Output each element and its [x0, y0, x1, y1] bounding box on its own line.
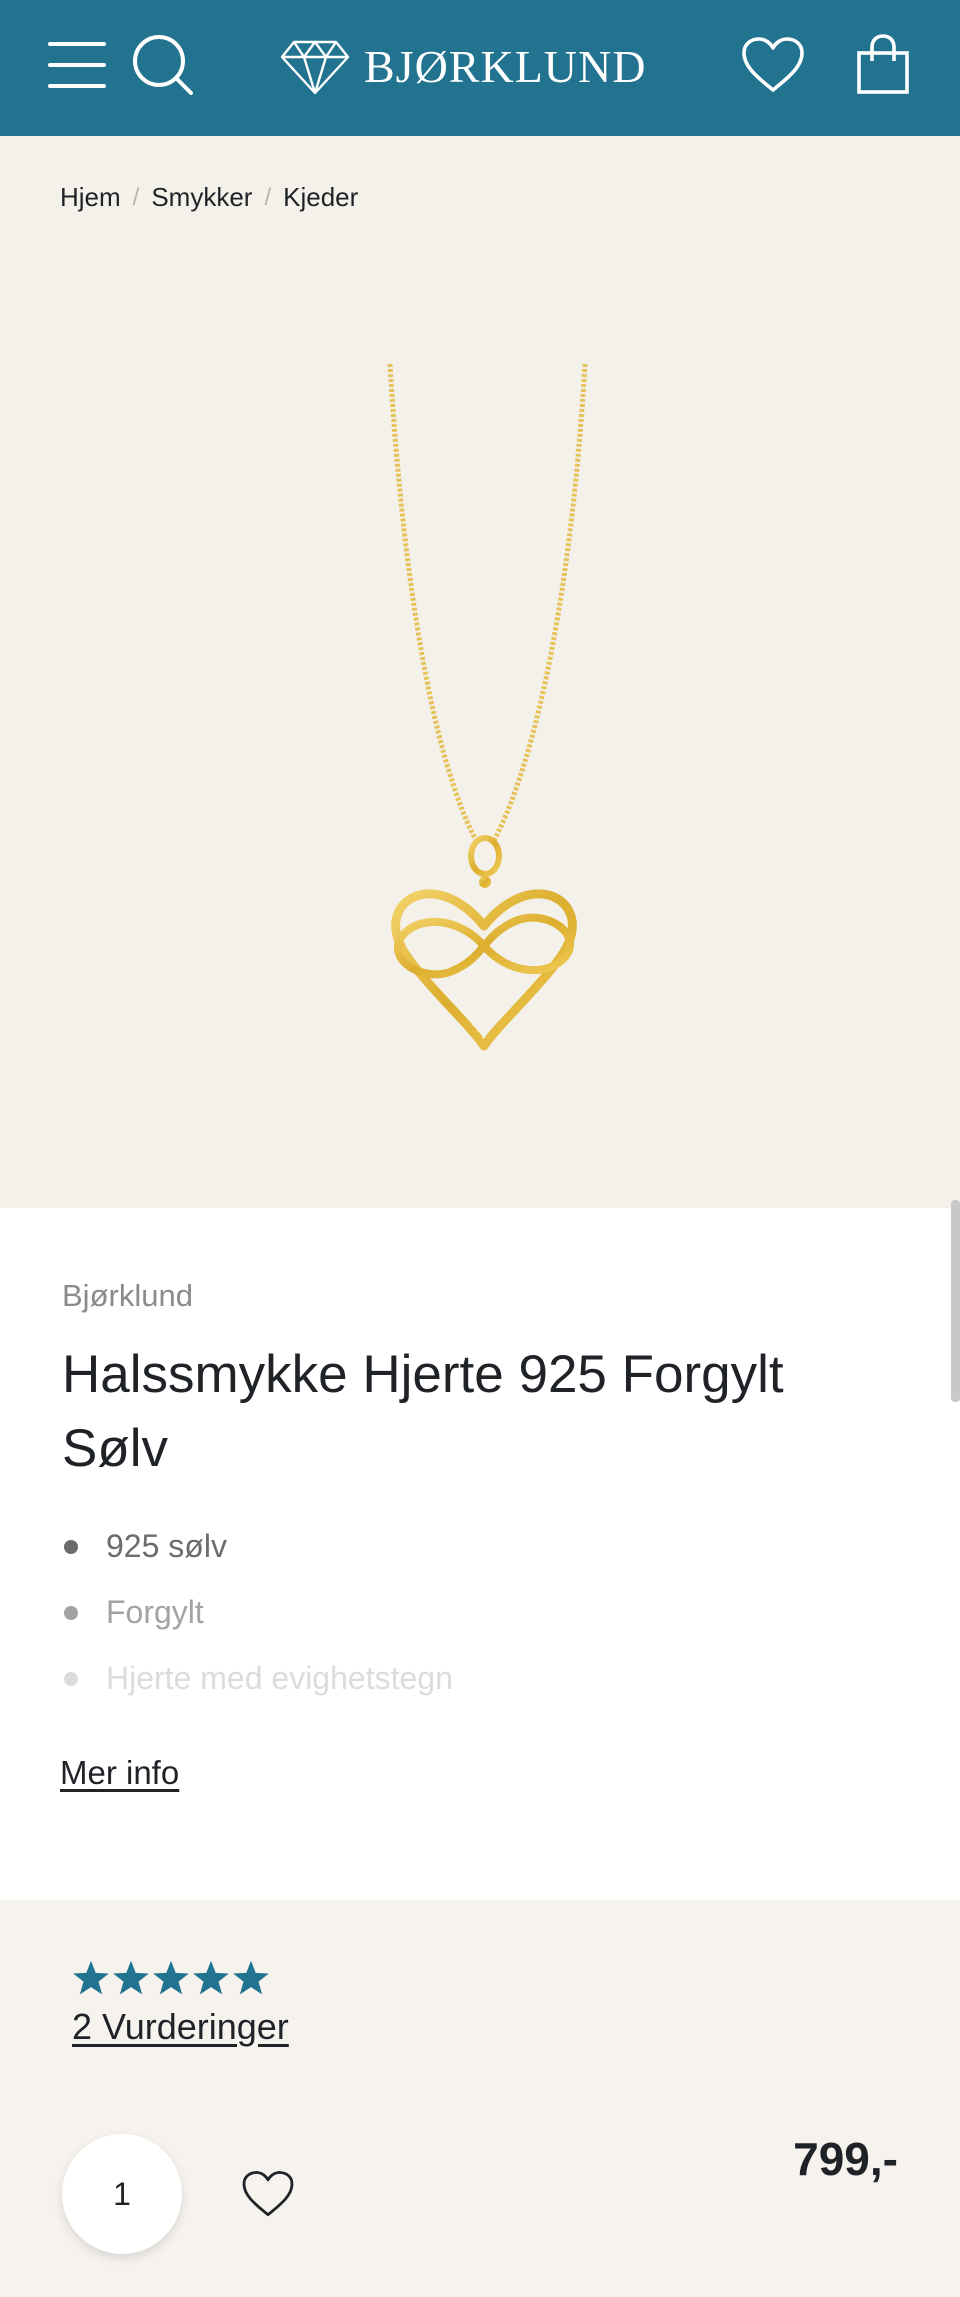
diamond-icon [280, 40, 350, 95]
necklace-chain [387, 363, 481, 846]
cart-button[interactable] [850, 30, 916, 98]
search-button[interactable] [130, 32, 196, 98]
breadcrumb-separator: / [264, 183, 272, 211]
breadcrumb: Hjem / Smykker / Kjeder [60, 182, 358, 213]
site-header: BJØRKLUND [0, 0, 960, 136]
add-to-wishlist-button[interactable] [236, 2162, 300, 2226]
search-icon [133, 35, 193, 95]
feature-item: Hjerte med evighetstegn [62, 1658, 453, 1724]
product-info: Bjørklund Halssmykke Hjerte 925 Forgylt … [0, 1208, 960, 1900]
shopping-bag-icon [857, 34, 909, 94]
star-icon [193, 1960, 229, 1995]
breadcrumb-separator: / [132, 183, 140, 211]
feature-list: 925 sølv Forgylt Hjerte med evighetstegn [62, 1526, 453, 1724]
more-info-link[interactable]: Mer info [60, 1754, 179, 1792]
star-icon [153, 1960, 189, 1995]
rating-stars[interactable] [72, 1960, 270, 1996]
breadcrumb-jewelry[interactable]: Smykker [151, 182, 252, 213]
purchase-section: 2 Vurderinger 1 799,- [0, 1900, 960, 2297]
reviews-link[interactable]: 2 Vurderinger [72, 2006, 289, 2048]
feature-item: Forgylt [62, 1592, 453, 1658]
product-price: 799,- [793, 2133, 898, 2185]
logo-text: BJØRKLUND [364, 41, 647, 92]
feature-item: 925 sølv [62, 1526, 453, 1592]
product-title: Halssmykke Hjerte 925 Forgylt Sølv [62, 1345, 784, 1478]
hamburger-icon [48, 42, 106, 88]
menu-button[interactable] [44, 34, 110, 96]
quantity-selector[interactable]: 1 [62, 2134, 182, 2254]
heart-icon [742, 37, 804, 92]
star-icon [113, 1960, 149, 1995]
wishlist-button[interactable] [738, 32, 808, 98]
heart-icon [242, 2171, 294, 2217]
breadcrumb-necklaces[interactable]: Kjeder [283, 182, 358, 213]
necklace-chain [489, 363, 588, 846]
scrollbar[interactable] [951, 1200, 960, 1402]
product-image[interactable] [0, 136, 960, 1208]
star-icon [233, 1960, 269, 1995]
brand-logo[interactable]: BJØRKLUND [280, 32, 646, 102]
star-icon [73, 1960, 109, 1995]
product-brand[interactable]: Bjørklund [62, 1278, 193, 1314]
breadcrumb-home[interactable]: Hjem [60, 182, 121, 213]
